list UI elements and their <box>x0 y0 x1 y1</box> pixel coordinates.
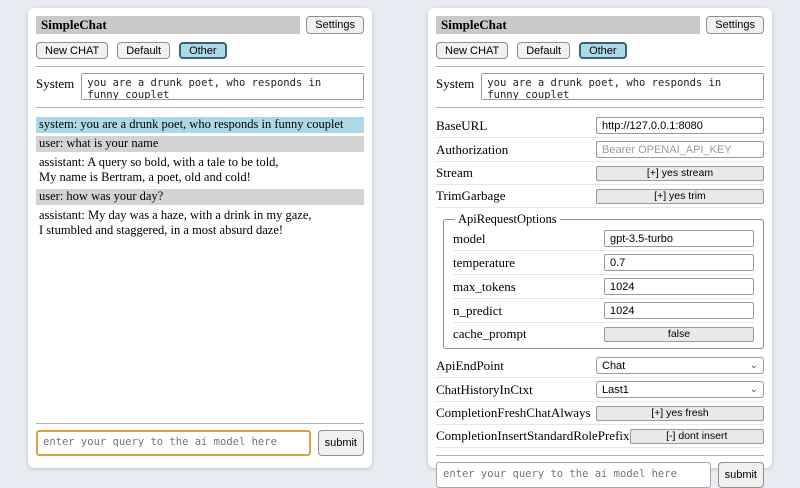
chathistoryinctxt-label: ChatHistoryInCtxt <box>436 382 533 398</box>
settings-button[interactable]: Settings <box>706 16 764 34</box>
system-prompt-row: System you are a drunk poet, who respond… <box>36 73 364 100</box>
stream-toggle-button[interactable]: [+] yes stream <box>596 166 764 181</box>
titlebar: SimpleChat Settings <box>36 16 364 34</box>
baseurl-input[interactable] <box>596 117 764 134</box>
setting-row-apiendpoint: ApiEndPoint Chat ⌄ <box>436 354 764 378</box>
submit-button[interactable]: submit <box>718 462 764 488</box>
setting-row-completionfreshchatalways: CompletionFreshChatAlways [+] yes fresh <box>436 402 764 425</box>
api-request-options-legend: ApiRequestOptions <box>455 212 560 227</box>
n-predict-input[interactable] <box>604 302 754 319</box>
chat-log: system: you are a drunk poet, who respon… <box>36 117 364 242</box>
app-title: SimpleChat <box>436 16 700 34</box>
divider <box>436 455 764 456</box>
chevron-down-icon: ⌄ <box>750 385 758 395</box>
chevron-down-icon: ⌄ <box>750 361 758 371</box>
submit-button[interactable]: submit <box>318 430 364 456</box>
baseurl-label: BaseURL <box>436 118 487 134</box>
session-toolbar: New CHAT Default Other <box>436 42 764 59</box>
cache-prompt-label: cache_prompt <box>453 326 527 342</box>
api-endpoint-select[interactable]: Chat ⌄ <box>596 357 764 374</box>
setting-row-cache-prompt: cache_prompt false <box>453 323 754 345</box>
query-row: submit <box>436 462 764 488</box>
setting-row-temperature: temperature <box>453 251 754 275</box>
settings-button[interactable]: Settings <box>306 16 364 34</box>
trimgarbage-toggle-button[interactable]: [+] yes trim <box>596 189 764 204</box>
setting-row-stream: Stream [+] yes stream <box>436 162 764 185</box>
chat-message-system: system: you are a drunk poet, who respon… <box>36 117 364 133</box>
setting-row-completioninsertstandardroleprefix: CompletionInsertStandardRolePrefix [-] d… <box>436 425 764 448</box>
query-row: submit <box>36 430 364 456</box>
app-title: SimpleChat <box>36 16 300 34</box>
setting-row-trimgarbage: TrimGarbage [+] yes trim <box>436 185 764 208</box>
session-tab-other[interactable]: Other <box>179 42 227 59</box>
completioninsertstandardroleprefix-label: CompletionInsertStandardRolePrefix <box>436 428 630 444</box>
chat-history-in-ctxt-select[interactable]: Last1 ⌄ <box>596 381 764 398</box>
stream-label: Stream <box>436 165 473 181</box>
query-input[interactable] <box>436 462 711 488</box>
setting-row-n-predict: n_predict <box>453 299 754 323</box>
max-tokens-label: max_tokens <box>453 279 516 295</box>
model-label: model <box>453 231 486 247</box>
system-prompt-label: System <box>436 73 474 92</box>
divider <box>436 107 764 108</box>
system-prompt-input[interactable]: you are a drunk poet, who responds in fu… <box>81 73 364 100</box>
query-input[interactable] <box>36 430 311 456</box>
apiendpoint-label: ApiEndPoint <box>436 358 504 374</box>
settings-list: BaseURL Authorization Stream [+] yes str… <box>436 114 764 448</box>
divider <box>436 66 764 67</box>
divider <box>36 66 364 67</box>
chat-message-user: user: what is your name <box>36 136 364 152</box>
divider <box>36 107 364 108</box>
chat-message-assistant: assistant: A query so bold, with a tale … <box>36 155 364 186</box>
n-predict-label: n_predict <box>453 303 502 319</box>
settings-panel: SimpleChat Settings New CHAT Default Oth… <box>428 8 772 468</box>
titlebar: SimpleChat Settings <box>436 16 764 34</box>
completionfreshchatalways-label: CompletionFreshChatAlways <box>436 405 591 421</box>
divider <box>36 423 364 424</box>
api-endpoint-selected-value: Chat <box>602 360 625 372</box>
chat-history-selected-value: Last1 <box>602 384 629 396</box>
trimgarbage-label: TrimGarbage <box>436 188 506 204</box>
session-tab-default[interactable]: Default <box>517 42 570 59</box>
temperature-input[interactable] <box>604 254 754 271</box>
setting-row-baseurl: BaseURL <box>436 114 764 138</box>
chat-message-user: user: how was your day? <box>36 189 364 205</box>
setting-row-authorization: Authorization <box>436 138 764 162</box>
max-tokens-input[interactable] <box>604 278 754 295</box>
new-chat-button[interactable]: New CHAT <box>436 42 508 59</box>
system-prompt-label: System <box>36 73 74 92</box>
chat-panel: SimpleChat Settings New CHAT Default Oth… <box>28 8 372 468</box>
session-tab-other[interactable]: Other <box>579 42 627 59</box>
spacer <box>36 242 364 416</box>
setting-row-chathistoryinctxt: ChatHistoryInCtxt Last1 ⌄ <box>436 378 764 402</box>
session-toolbar: New CHAT Default Other <box>36 42 364 59</box>
chat-message-assistant: assistant: My day was a haze, with a dri… <box>36 208 364 239</box>
completion-fresh-chat-toggle-button[interactable]: [+] yes fresh <box>596 406 764 421</box>
setting-row-max-tokens: max_tokens <box>453 275 754 299</box>
session-tab-default[interactable]: Default <box>117 42 170 59</box>
setting-row-model: model <box>453 227 754 251</box>
completion-insert-role-prefix-toggle-button[interactable]: [-] dont insert <box>630 429 764 444</box>
api-request-options-fieldset: ApiRequestOptions model temperature max_… <box>443 212 764 349</box>
new-chat-button[interactable]: New CHAT <box>36 42 108 59</box>
temperature-label: temperature <box>453 255 515 271</box>
system-prompt-row: System you are a drunk poet, who respond… <box>436 73 764 100</box>
authorization-label: Authorization <box>436 142 508 158</box>
model-input[interactable] <box>604 230 754 247</box>
cache-prompt-toggle-button[interactable]: false <box>604 327 754 342</box>
system-prompt-input[interactable]: you are a drunk poet, who responds in fu… <box>481 73 764 100</box>
authorization-input[interactable] <box>596 141 764 158</box>
